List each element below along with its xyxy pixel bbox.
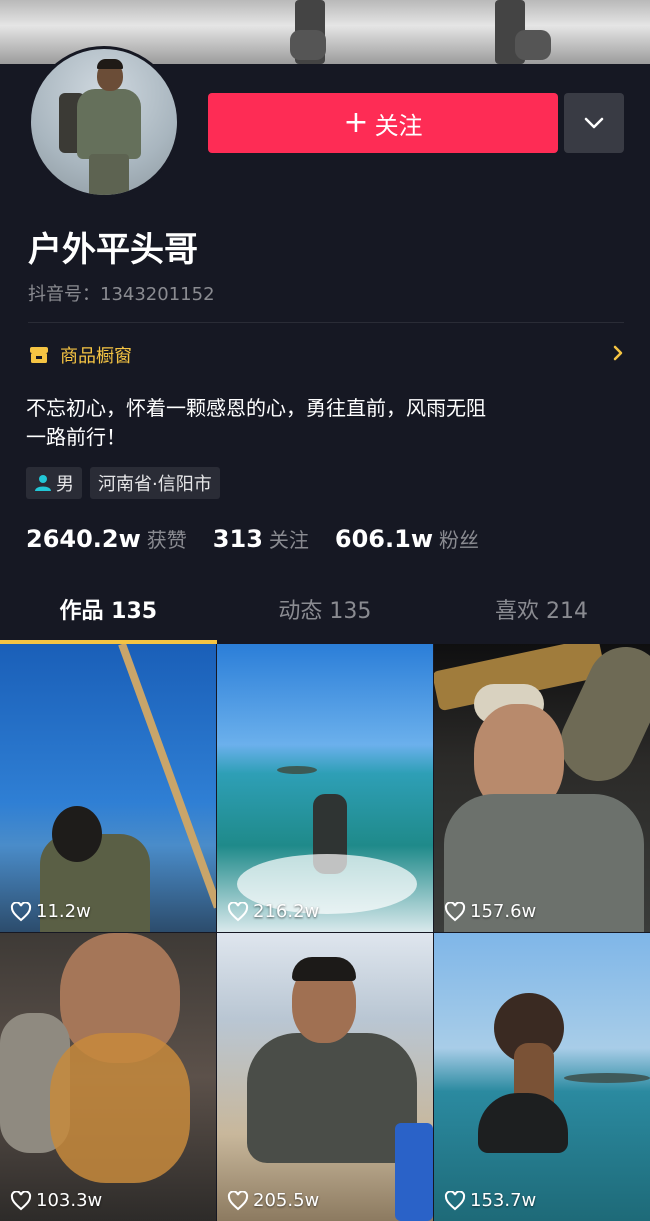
profile-stats: 2640.2w 获赞 313 关注 606.1w 粉丝 [26, 524, 505, 553]
thumbnail-decor [564, 1073, 650, 1083]
like-count-label: 153.7w [470, 1190, 537, 1211]
like-count: 216.2w [227, 901, 319, 922]
like-count: 157.6w [444, 901, 536, 922]
like-count-label: 157.6w [470, 901, 537, 922]
chevron-down-icon [584, 117, 604, 129]
avatar-decor [97, 59, 123, 69]
following-count[interactable]: 313 [213, 525, 263, 553]
like-count-label: 205.5w [253, 1190, 320, 1211]
shop-label: 商品橱窗 [60, 346, 132, 367]
bio-line: 不忘初心，怀着一颗感恩的心，勇往直前，风雨无阻 [26, 396, 486, 420]
location-label: 河南省·信阳市 [98, 474, 212, 495]
heart-icon [10, 901, 32, 921]
like-count-label: 11.2w [36, 901, 91, 922]
video-thumbnail[interactable]: 11.2w [0, 644, 216, 932]
user-name: 户外平头哥 [28, 230, 198, 270]
douyin-id: 抖音号：1343201152 [28, 284, 215, 305]
tab-likes[interactable]: 喜欢 214 [433, 592, 650, 644]
like-count: 153.7w [444, 1190, 536, 1211]
profile-tags: 男 河南省·信阳市 [26, 467, 220, 499]
thumbnail-decor [50, 1033, 190, 1183]
likes-label: 获赞 [146, 528, 187, 552]
cover-decor [290, 30, 326, 60]
likes-count: 2640.2w [26, 525, 141, 553]
like-count: 205.5w [227, 1190, 319, 1211]
thumbnail-decor [292, 957, 356, 981]
video-thumbnail[interactable]: 153.7w [434, 933, 650, 1221]
video-thumbnail[interactable]: 157.6w [434, 644, 650, 932]
bio-line: 一路前行！ [26, 425, 126, 449]
gender-label: 男 [56, 474, 74, 495]
profile-header: + 关注 户外平头哥 抖音号：1343201152 商品橱窗 不忘初心，怀着一颗… [0, 46, 650, 644]
location-tag: 河南省·信阳市 [90, 467, 220, 499]
tab-activity[interactable]: 动态 135 [217, 592, 434, 644]
shop-icon [30, 347, 48, 363]
cover-decor [515, 30, 551, 60]
heart-icon [10, 1190, 32, 1210]
content-tabs: 作品 135 动态 135 喜欢 214 [0, 592, 650, 644]
video-grid: 11.2w 216.2w 157.6w 103.3w 205.5w 153.7w [0, 644, 650, 1221]
more-button[interactable] [564, 93, 624, 153]
video-thumbnail[interactable]: 216.2w [217, 644, 433, 932]
avatar[interactable] [28, 46, 180, 198]
chevron-right-icon [613, 345, 623, 361]
thumbnail-decor [277, 766, 317, 774]
follow-label: 关注 [374, 111, 423, 140]
thumbnail-decor [247, 1033, 417, 1163]
bio: 不忘初心，怀着一颗感恩的心，勇往直前，风雨无阻 一路前行！ [26, 394, 626, 452]
thumbnail-decor [478, 1093, 568, 1153]
gender-tag: 男 [26, 467, 82, 499]
heart-icon [444, 1190, 466, 1210]
thumbnail-decor [52, 806, 102, 862]
video-thumbnail[interactable]: 205.5w [217, 933, 433, 1221]
tab-works[interactable]: 作品 135 [0, 592, 217, 644]
heart-icon [227, 1190, 249, 1210]
like-count: 103.3w [10, 1190, 102, 1211]
thumbnail-decor [395, 1123, 433, 1221]
heart-icon [444, 901, 466, 921]
shop-window-link[interactable]: 商品橱窗 [28, 340, 624, 370]
avatar-decor [77, 89, 141, 159]
fans-count[interactable]: 606.1w [335, 525, 433, 553]
person-icon [35, 475, 51, 491]
like-count: 11.2w [10, 901, 91, 922]
follow-button[interactable]: + 关注 [208, 93, 558, 153]
following-label[interactable]: 关注 [269, 524, 309, 553]
plus-icon: + [343, 105, 369, 140]
video-thumbnail[interactable]: 103.3w [0, 933, 216, 1221]
like-count-label: 103.3w [36, 1190, 103, 1211]
heart-icon [227, 901, 249, 921]
like-count-label: 216.2w [253, 901, 320, 922]
fans-label[interactable]: 粉丝 [439, 524, 479, 553]
divider [28, 322, 624, 323]
avatar-decor [89, 154, 129, 195]
